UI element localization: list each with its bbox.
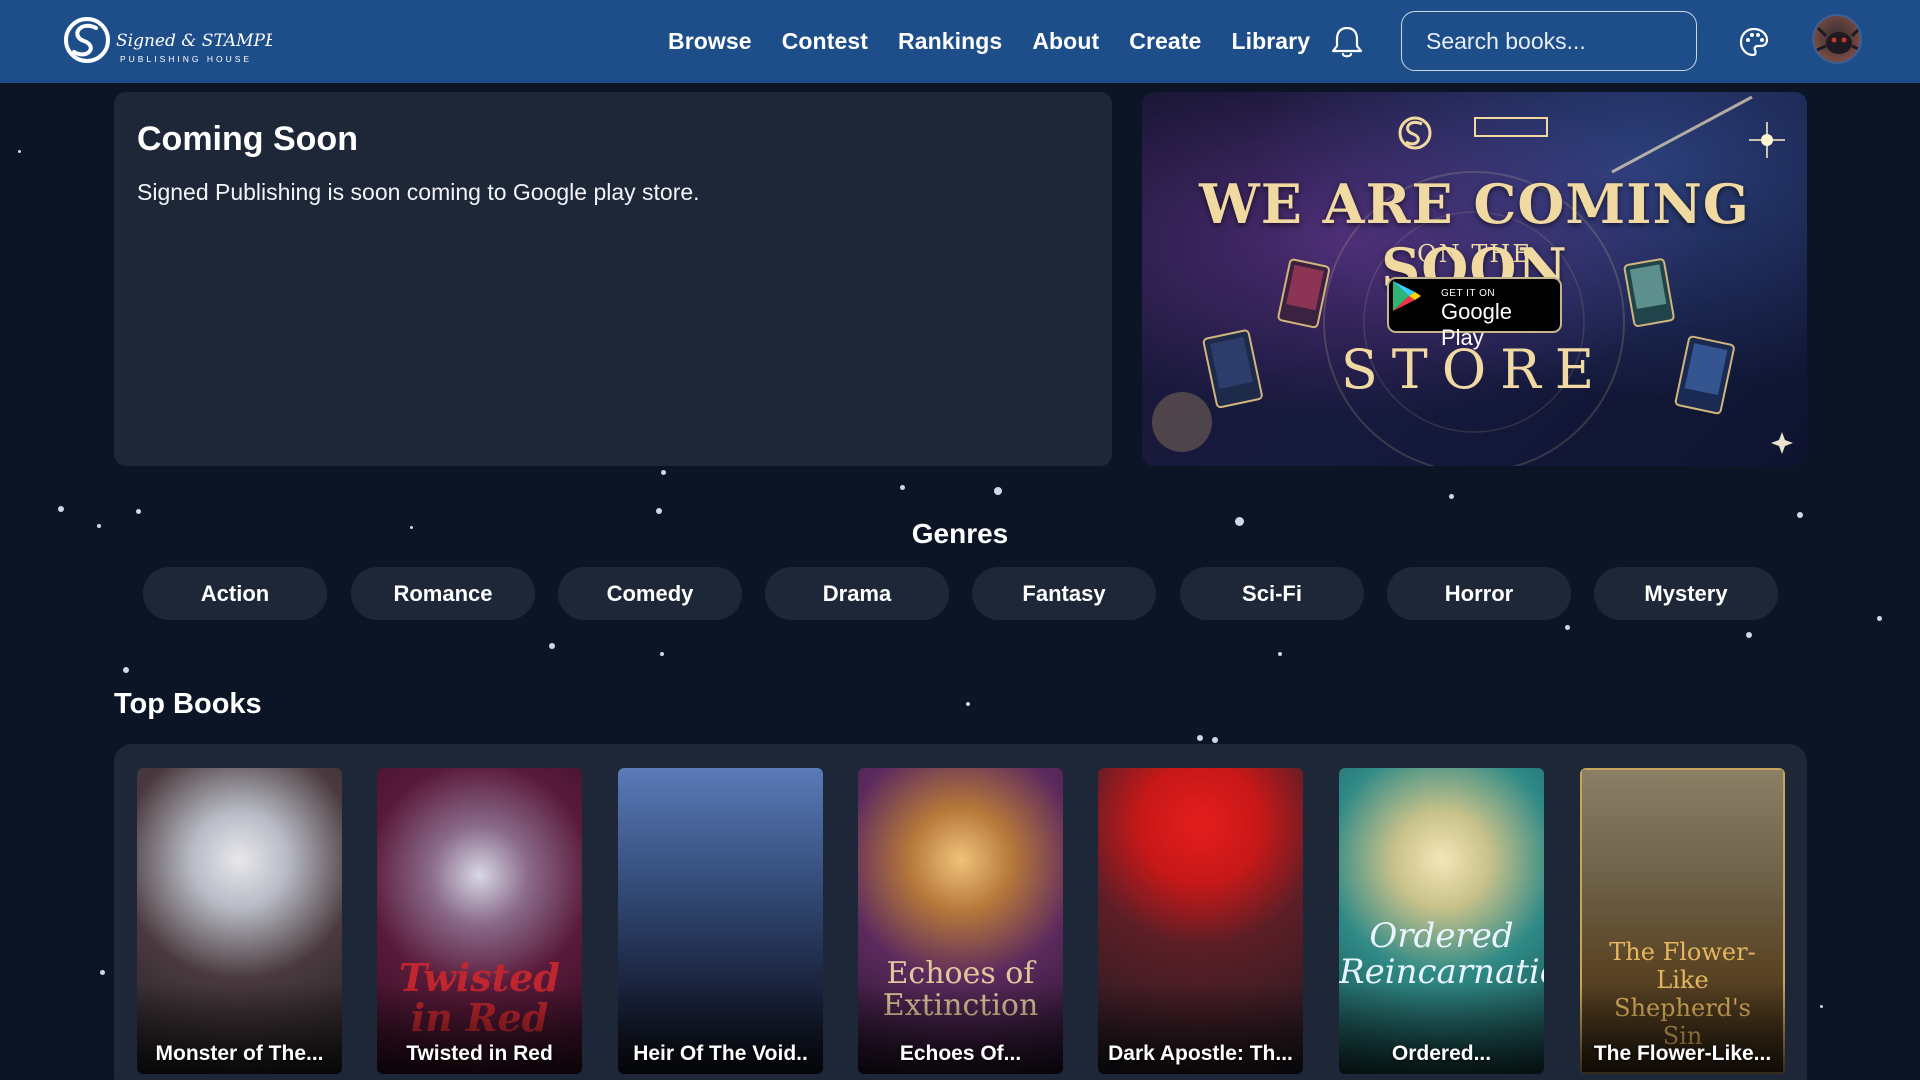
nav-library[interactable]: Library (1231, 28, 1310, 55)
book-title: The Flower-Like... (1593, 1042, 1772, 1065)
nav-about[interactable]: About (1032, 28, 1099, 55)
book-card[interactable]: The Flower-Like Shepherd's Sin The Flowe… (1580, 768, 1785, 1074)
bell-icon[interactable] (1330, 24, 1364, 60)
genre-action[interactable]: Action (143, 567, 327, 620)
genre-fantasy[interactable]: Fantasy (972, 567, 1156, 620)
genre-comedy[interactable]: Comedy (558, 567, 742, 620)
nav-create[interactable]: Create (1129, 28, 1201, 55)
banner-subline: ON THE (1417, 240, 1532, 268)
genre-mystery[interactable]: Mystery (1594, 567, 1778, 620)
genre-romance[interactable]: Romance (351, 567, 535, 620)
book-title: Echoes Of... (899, 1042, 1022, 1065)
book-title: Twisted in Red (406, 1042, 553, 1065)
book-title: Ordered... (1391, 1042, 1492, 1065)
announcement-title: Coming Soon (137, 120, 358, 158)
palette-icon[interactable] (1738, 26, 1770, 58)
nav-rankings[interactable]: Rankings (898, 28, 1002, 55)
badge-small-text: GET IT ON (1441, 288, 1496, 299)
book-title: Dark Apostle: Th... (1108, 1042, 1293, 1065)
banner-logo (1397, 112, 1557, 154)
announcement-card: Coming Soon Signed Publishing is soon co… (114, 92, 1112, 466)
book-title: Heir Of The Void.. (633, 1042, 808, 1065)
page: Signed & STAMPED PUBLISHING HOUSE Browse… (0, 0, 1920, 1080)
logo-tagline-text: PUBLISHING HOUSE (120, 54, 252, 64)
top-navigation-bar: Signed & STAMPED PUBLISHING HOUSE Browse… (0, 0, 1920, 83)
logo-brand-text: Signed & STAMPED (116, 31, 272, 51)
banner-store-word: STORE (1340, 338, 1609, 401)
genres-heading: Genres (911, 518, 1009, 549)
genre-horror[interactable]: Horror (1387, 567, 1571, 620)
google-play-icon (1393, 281, 1421, 311)
book-cover-text: Ordered Reincarnation (1339, 916, 1544, 992)
book-card[interactable]: Echoes of Extinction Echoes Of... (858, 768, 1063, 1074)
site-logo[interactable]: Signed & STAMPED PUBLISHING HOUSE (62, 14, 291, 70)
nav-browse[interactable]: Browse (668, 28, 752, 55)
book-title: Monster of The... (155, 1042, 324, 1065)
book-card[interactable]: Twisted in Red Twisted in Red (377, 768, 582, 1074)
genre-sci-fi[interactable]: Sci-Fi (1180, 567, 1364, 620)
nav-contest[interactable]: Contest (782, 28, 868, 55)
main-nav: Browse Contest Rankings About Create Lib… (668, 0, 1340, 83)
search-input[interactable] (1401, 11, 1697, 71)
announcement-text: Signed Publishing is soon coming to Goog… (137, 179, 700, 205)
book-card[interactable]: Heir Of The Void.. (618, 768, 823, 1074)
book-card[interactable]: Monster of The... (137, 768, 342, 1074)
book-card[interactable]: Ordered Reincarnation Ordered... (1339, 768, 1544, 1074)
coming-soon-banner[interactable]: WE ARE COMING SOON ON THE GET IT ON Goog… (1142, 92, 1807, 466)
book-card[interactable]: Dark Apostle: Th... (1098, 768, 1303, 1074)
genre-drama[interactable]: Drama (765, 567, 949, 620)
top-books-heading: Top Books (114, 688, 262, 720)
avatar[interactable] (1812, 14, 1862, 64)
google-play-badge[interactable]: GET IT ON Google Play (1387, 277, 1562, 350)
